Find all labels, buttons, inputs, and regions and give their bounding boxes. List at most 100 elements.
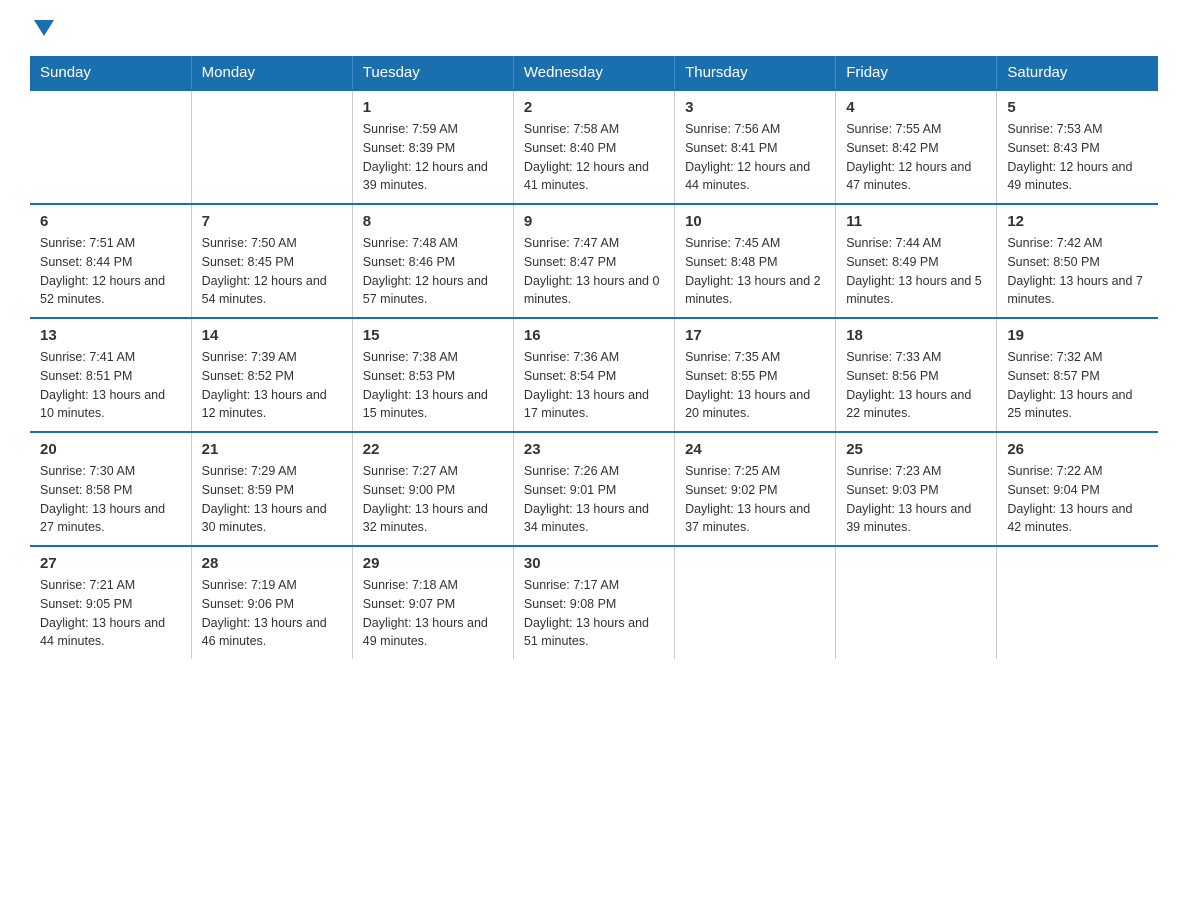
calendar-cell: 22 Sunrise: 7:27 AMSunset: 9:00 PMDayligh…	[352, 432, 513, 546]
weekday-header-sunday: Sunday	[30, 56, 191, 90]
day-number: 11	[846, 213, 986, 230]
calendar-cell: 3 Sunrise: 7:56 AMSunset: 8:41 PMDaylight…	[675, 90, 836, 204]
calendar-cell: 6 Sunrise: 7:51 AMSunset: 8:44 PMDaylight…	[30, 204, 191, 318]
calendar-week-2: 6 Sunrise: 7:51 AMSunset: 8:44 PMDaylight…	[30, 204, 1158, 318]
day-info: Sunrise: 7:39 AMSunset: 8:52 PMDaylight:…	[202, 348, 342, 423]
day-info: Sunrise: 7:22 AMSunset: 9:04 PMDaylight:…	[1007, 462, 1148, 537]
calendar-cell: 19 Sunrise: 7:32 AMSunset: 8:57 PMDayligh…	[997, 318, 1158, 432]
day-number: 27	[40, 555, 181, 572]
calendar-cell: 8 Sunrise: 7:48 AMSunset: 8:46 PMDaylight…	[352, 204, 513, 318]
calendar-cell: 20Sunrise: 7:30 AMSunset: 8:58 PMDayligh…	[30, 432, 191, 546]
calendar-cell	[997, 546, 1158, 659]
calendar-cell: 21 Sunrise: 7:29 AMSunset: 8:59 PMDayligh…	[191, 432, 352, 546]
calendar-cell: 26Sunrise: 7:22 AMSunset: 9:04 PMDayligh…	[997, 432, 1158, 546]
calendar-cell: 25 Sunrise: 7:23 AMSunset: 9:03 PMDayligh…	[836, 432, 997, 546]
day-info: Sunrise: 7:26 AMSunset: 9:01 PMDaylight:…	[524, 462, 664, 537]
day-number: 30	[524, 555, 664, 572]
day-number: 24	[685, 441, 825, 458]
calendar-cell: 5 Sunrise: 7:53 AMSunset: 8:43 PMDaylight…	[997, 90, 1158, 204]
calendar-body: 1 Sunrise: 7:59 AMSunset: 8:39 PMDaylight…	[30, 90, 1158, 659]
day-info: Sunrise: 7:18 AMSunset: 9:07 PMDaylight:…	[363, 576, 503, 651]
logo	[30, 20, 54, 38]
day-number: 5	[1007, 99, 1148, 116]
calendar-week-3: 13 Sunrise: 7:41 AMSunset: 8:51 PMDayligh…	[30, 318, 1158, 432]
calendar-cell: 1 Sunrise: 7:59 AMSunset: 8:39 PMDaylight…	[352, 90, 513, 204]
weekday-header-friday: Friday	[836, 56, 997, 90]
day-number: 16	[524, 327, 664, 344]
day-number: 28	[202, 555, 342, 572]
day-number: 1	[363, 99, 503, 116]
day-info: Sunrise: 7:48 AMSunset: 8:46 PMDaylight:…	[363, 234, 503, 309]
calendar-cell: 17 Sunrise: 7:35 AMSunset: 8:55 PMDayligh…	[675, 318, 836, 432]
calendar-header: SundayMondayTuesdayWednesdayThursdayFrid…	[30, 56, 1158, 90]
calendar-cell: 12 Sunrise: 7:42 AMSunset: 8:50 PMDayligh…	[997, 204, 1158, 318]
day-number: 12	[1007, 213, 1148, 230]
day-info: Sunrise: 7:27 AMSunset: 9:00 PMDaylight:…	[363, 462, 503, 537]
day-info: Sunrise: 7:23 AMSunset: 9:03 PMDaylight:…	[846, 462, 986, 537]
calendar-week-5: 27 Sunrise: 7:21 AMSunset: 9:05 PMDayligh…	[30, 546, 1158, 659]
calendar-cell: 24Sunrise: 7:25 AMSunset: 9:02 PMDayligh…	[675, 432, 836, 546]
day-number: 23	[524, 441, 664, 458]
day-number: 3	[685, 99, 825, 116]
calendar-cell: 11 Sunrise: 7:44 AMSunset: 8:49 PMDayligh…	[836, 204, 997, 318]
calendar-cell: 13 Sunrise: 7:41 AMSunset: 8:51 PMDayligh…	[30, 318, 191, 432]
day-info: Sunrise: 7:32 AMSunset: 8:57 PMDaylight:…	[1007, 348, 1148, 423]
day-info: Sunrise: 7:50 AMSunset: 8:45 PMDaylight:…	[202, 234, 342, 309]
calendar-cell	[836, 546, 997, 659]
day-info: Sunrise: 7:33 AMSunset: 8:56 PMDaylight:…	[846, 348, 986, 423]
weekday-header-thursday: Thursday	[675, 56, 836, 90]
day-number: 25	[846, 441, 986, 458]
day-number: 29	[363, 555, 503, 572]
day-info: Sunrise: 7:53 AMSunset: 8:43 PMDaylight:…	[1007, 120, 1148, 195]
calendar-cell: 2Sunrise: 7:58 AMSunset: 8:40 PMDaylight…	[513, 90, 674, 204]
day-number: 13	[40, 327, 181, 344]
day-info: Sunrise: 7:29 AMSunset: 8:59 PMDaylight:…	[202, 462, 342, 537]
calendar-cell	[675, 546, 836, 659]
calendar-cell: 10Sunrise: 7:45 AMSunset: 8:48 PMDayligh…	[675, 204, 836, 318]
calendar-cell: 27 Sunrise: 7:21 AMSunset: 9:05 PMDayligh…	[30, 546, 191, 659]
weekday-header-saturday: Saturday	[997, 56, 1158, 90]
day-info: Sunrise: 7:59 AMSunset: 8:39 PMDaylight:…	[363, 120, 503, 195]
calendar-cell	[191, 90, 352, 204]
calendar-cell: 23 Sunrise: 7:26 AMSunset: 9:01 PMDayligh…	[513, 432, 674, 546]
day-info: Sunrise: 7:35 AMSunset: 8:55 PMDaylight:…	[685, 348, 825, 423]
day-number: 22	[363, 441, 503, 458]
calendar-cell	[30, 90, 191, 204]
calendar-cell: 18Sunrise: 7:33 AMSunset: 8:56 PMDayligh…	[836, 318, 997, 432]
day-info: Sunrise: 7:44 AMSunset: 8:49 PMDaylight:…	[846, 234, 986, 309]
calendar-table: SundayMondayTuesdayWednesdayThursdayFrid…	[30, 56, 1158, 659]
calendar-cell: 7Sunrise: 7:50 AMSunset: 8:45 PMDaylight…	[191, 204, 352, 318]
logo-blue-text	[30, 20, 54, 38]
day-info: Sunrise: 7:41 AMSunset: 8:51 PMDaylight:…	[40, 348, 181, 423]
day-info: Sunrise: 7:56 AMSunset: 8:41 PMDaylight:…	[685, 120, 825, 195]
day-info: Sunrise: 7:36 AMSunset: 8:54 PMDaylight:…	[524, 348, 664, 423]
day-number: 9	[524, 213, 664, 230]
day-info: Sunrise: 7:30 AMSunset: 8:58 PMDaylight:…	[40, 462, 181, 537]
day-number: 8	[363, 213, 503, 230]
day-number: 21	[202, 441, 342, 458]
day-info: Sunrise: 7:17 AMSunset: 9:08 PMDaylight:…	[524, 576, 664, 651]
page-header	[30, 20, 1158, 38]
calendar-cell: 16 Sunrise: 7:36 AMSunset: 8:54 PMDayligh…	[513, 318, 674, 432]
day-number: 17	[685, 327, 825, 344]
weekday-header-tuesday: Tuesday	[352, 56, 513, 90]
day-info: Sunrise: 7:21 AMSunset: 9:05 PMDaylight:…	[40, 576, 181, 651]
day-info: Sunrise: 7:55 AMSunset: 8:42 PMDaylight:…	[846, 120, 986, 195]
weekday-header-row: SundayMondayTuesdayWednesdayThursdayFrid…	[30, 56, 1158, 90]
day-number: 2	[524, 99, 664, 116]
day-info: Sunrise: 7:38 AMSunset: 8:53 PMDaylight:…	[363, 348, 503, 423]
calendar-cell: 14 Sunrise: 7:39 AMSunset: 8:52 PMDayligh…	[191, 318, 352, 432]
calendar-cell: 15 Sunrise: 7:38 AMSunset: 8:53 PMDayligh…	[352, 318, 513, 432]
calendar-cell: 28 Sunrise: 7:19 AMSunset: 9:06 PMDayligh…	[191, 546, 352, 659]
day-number: 14	[202, 327, 342, 344]
weekday-header-monday: Monday	[191, 56, 352, 90]
calendar-week-4: 20Sunrise: 7:30 AMSunset: 8:58 PMDayligh…	[30, 432, 1158, 546]
day-info: Sunrise: 7:51 AMSunset: 8:44 PMDaylight:…	[40, 234, 181, 309]
day-number: 19	[1007, 327, 1148, 344]
day-number: 15	[363, 327, 503, 344]
calendar-cell: 29 Sunrise: 7:18 AMSunset: 9:07 PMDayligh…	[352, 546, 513, 659]
day-info: Sunrise: 7:19 AMSunset: 9:06 PMDaylight:…	[202, 576, 342, 651]
logo-triangle-icon	[34, 20, 54, 36]
day-info: Sunrise: 7:42 AMSunset: 8:50 PMDaylight:…	[1007, 234, 1148, 309]
day-number: 6	[40, 213, 181, 230]
